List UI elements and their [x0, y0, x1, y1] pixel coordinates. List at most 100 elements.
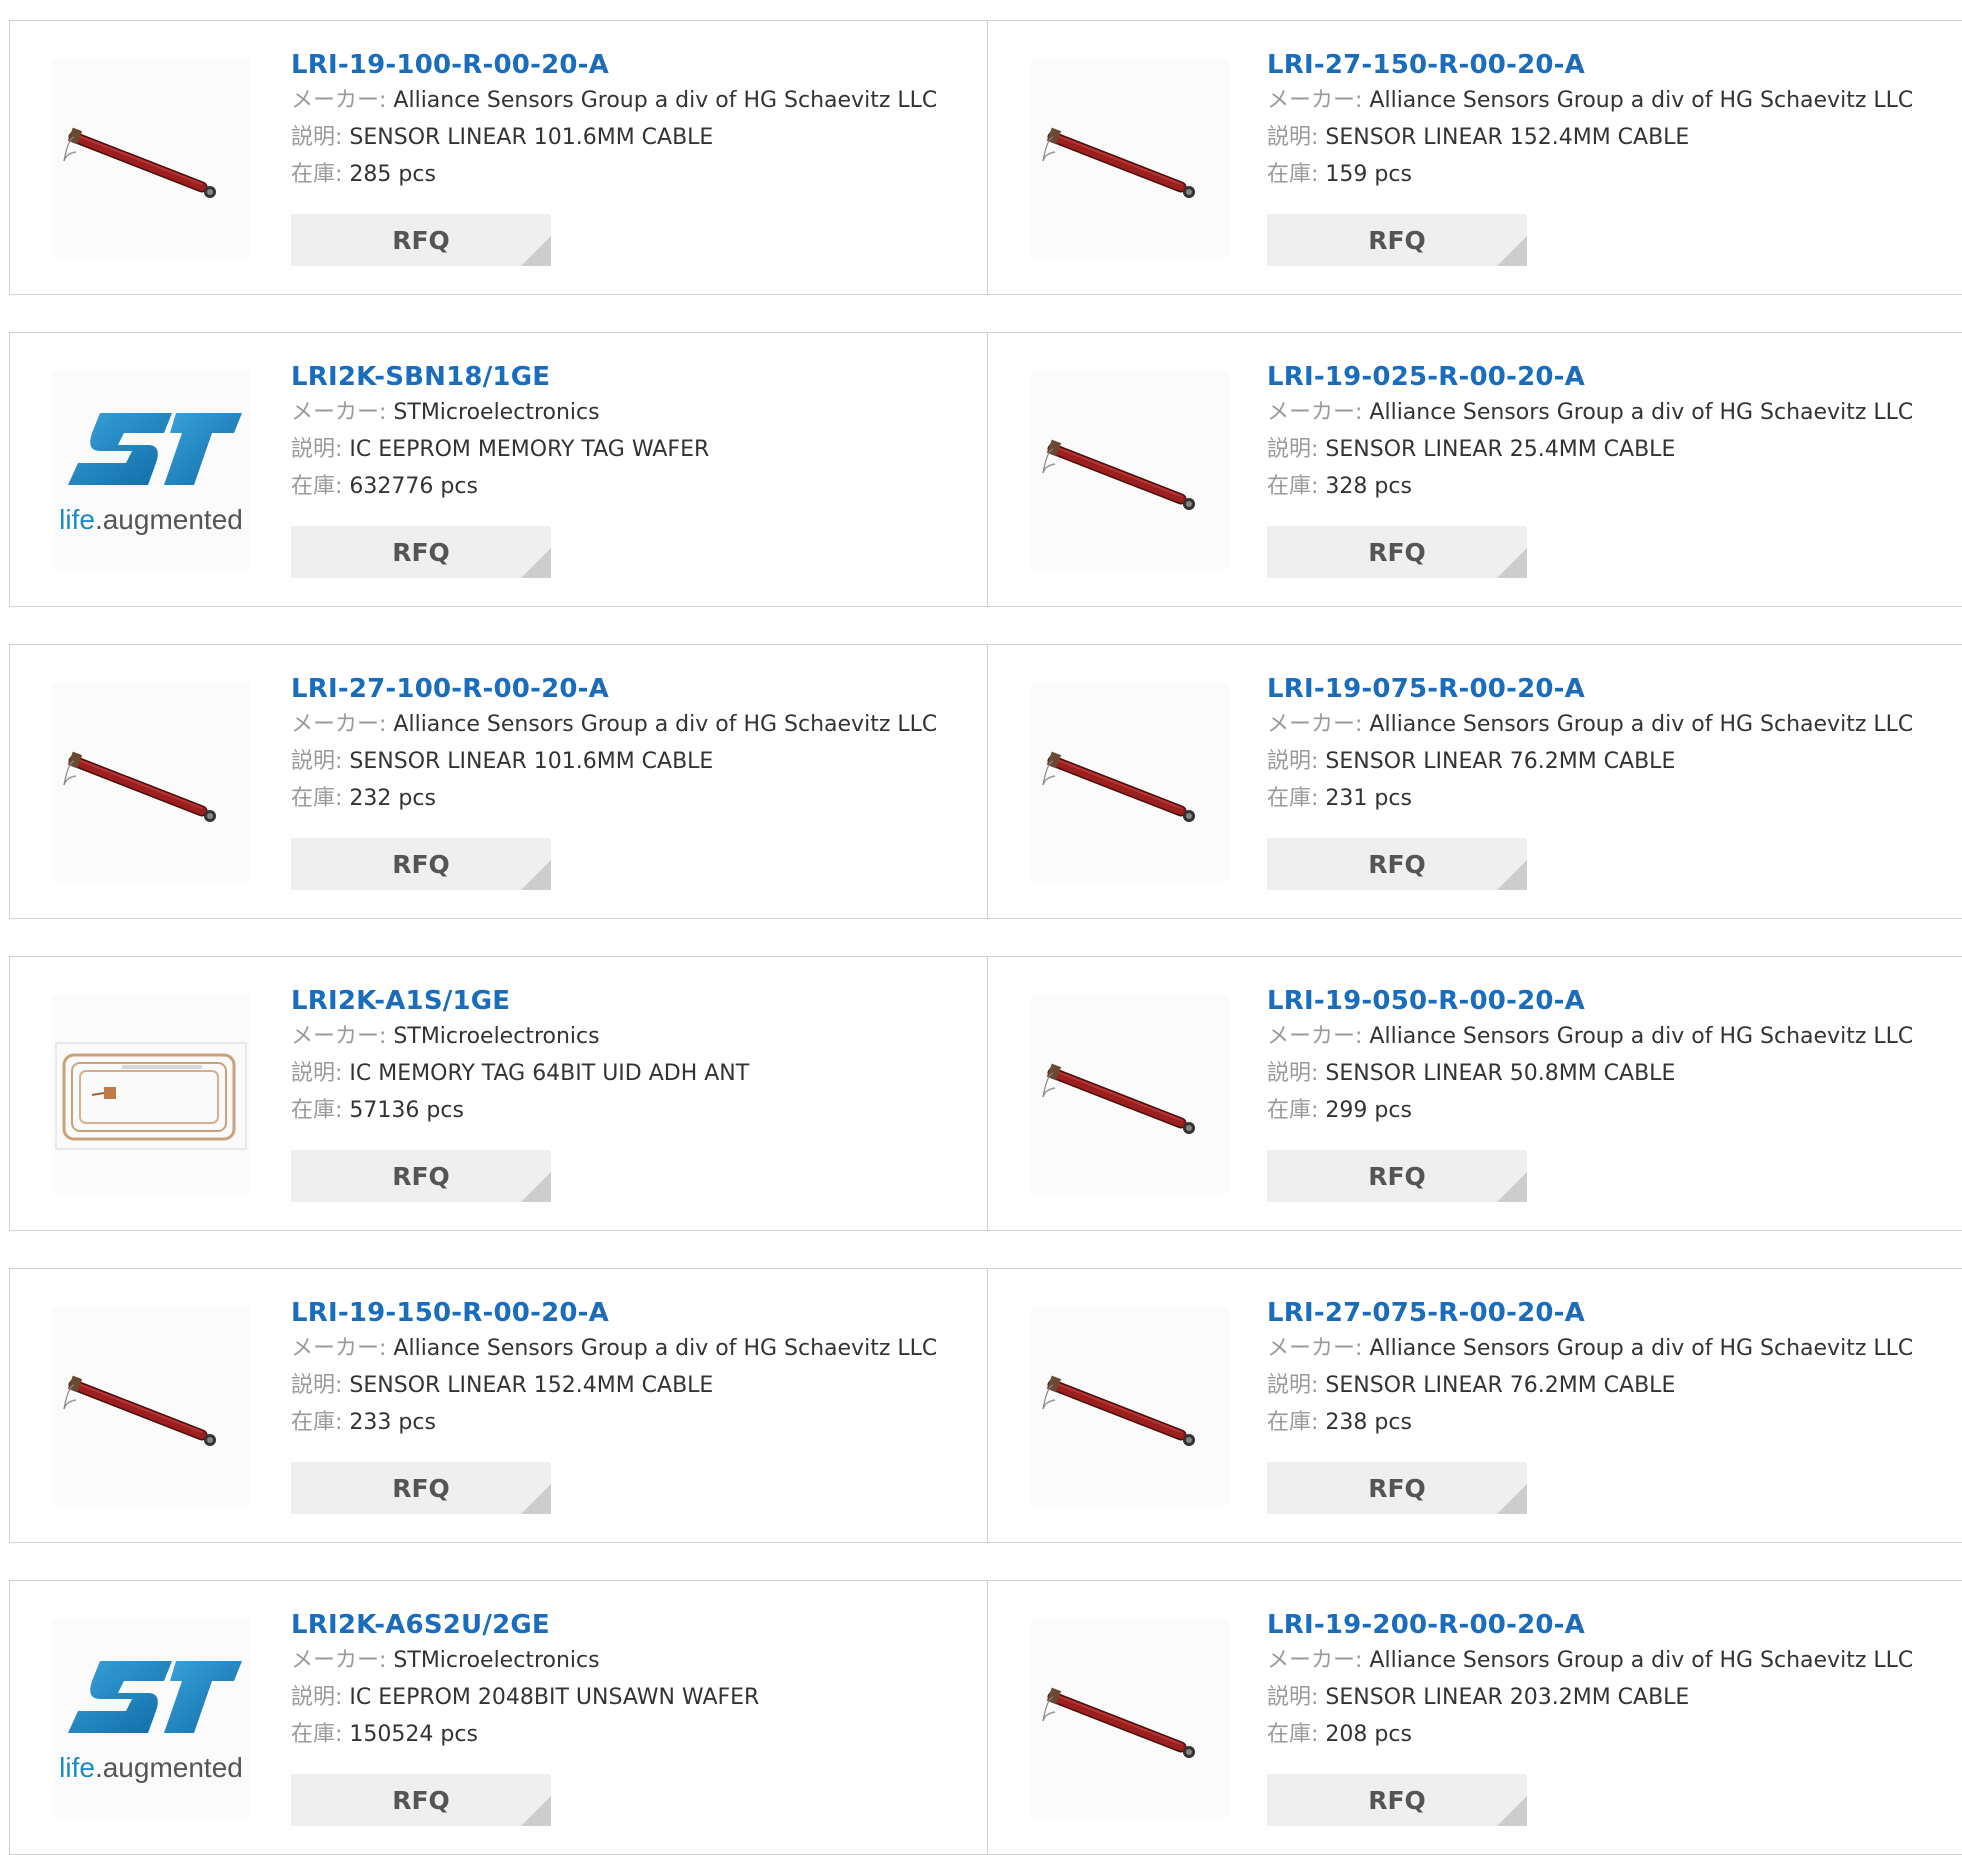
manufacturer-value: Alliance Sensors Group a div of HG Schae… [1369, 1336, 1914, 1361]
manufacturer-label: メーカー: [1267, 712, 1363, 737]
product-thumbnail[interactable] [1031, 1307, 1229, 1505]
product-card: LRI2K-A1S/1GE メーカー: STMicroelectronics 説… [10, 957, 988, 1230]
product-thumbnail[interactable] [52, 995, 250, 1193]
part-number-link[interactable]: LRI-27-150-R-00-20-A [1267, 48, 1913, 82]
product-thumbnail[interactable] [52, 59, 250, 257]
manufacturer-value: Alliance Sensors Group a div of HG Schae… [1369, 400, 1914, 425]
stock-line: 在庫: 232 pcs [291, 780, 937, 817]
part-number-link[interactable]: LRI-19-025-R-00-20-A [1267, 360, 1913, 394]
stock-value: 328 pcs [1325, 474, 1412, 499]
manufacturer-label: メーカー: [291, 1648, 387, 1673]
rfq-button[interactable]: RFQ [291, 1462, 551, 1514]
manufacturer-line: メーカー: STMicroelectronics [291, 394, 709, 431]
description-label: 説明: [1267, 1061, 1319, 1086]
stock-value: 150524 pcs [349, 1722, 478, 1747]
stock-label: 在庫: [291, 786, 343, 811]
manufacturer-label: メーカー: [1267, 1024, 1363, 1049]
stock-line: 在庫: 632776 pcs [291, 468, 709, 505]
stock-line: 在庫: 57136 pcs [291, 1092, 749, 1129]
manufacturer-value: Alliance Sensors Group a div of HG Schae… [1369, 1024, 1914, 1049]
linear-sensor-image [63, 1375, 216, 1446]
description-value: IC MEMORY TAG 64BIT UID ADH ANT [349, 1061, 750, 1086]
corner-triangle-icon [521, 1172, 551, 1202]
linear-sensor-image [1042, 1063, 1195, 1134]
product-row: LRI-27-100-R-00-20-A メーカー: Alliance Sens… [9, 644, 1962, 919]
description-label: 説明: [291, 1373, 343, 1398]
description-value: SENSOR LINEAR 76.2MM CABLE [1325, 1373, 1676, 1398]
description-value: SENSOR LINEAR 25.4MM CABLE [1325, 437, 1676, 462]
product-thumbnail[interactable]: life.augmented [52, 371, 250, 569]
rfq-label: RFQ [1368, 1161, 1426, 1191]
description-label: 説明: [1267, 437, 1319, 462]
part-number-link[interactable]: LRI-19-200-R-00-20-A [1267, 1608, 1913, 1642]
rfq-button[interactable]: RFQ [291, 1774, 551, 1826]
stock-value: 238 pcs [1325, 1410, 1412, 1435]
manufacturer-line: メーカー: Alliance Sensors Group a div of HG… [291, 1330, 937, 1367]
manufacturer-label: メーカー: [291, 88, 387, 113]
corner-triangle-icon [521, 1796, 551, 1826]
rfq-label: RFQ [1368, 225, 1426, 255]
product-thumbnail[interactable]: life.augmented [52, 1619, 250, 1817]
product-thumbnail[interactable] [52, 1307, 250, 1505]
stock-value: 232 pcs [349, 786, 436, 811]
stock-line: 在庫: 328 pcs [1267, 468, 1913, 505]
stock-value: 632776 pcs [349, 474, 478, 499]
description-value: SENSOR LINEAR 152.4MM CABLE [1325, 125, 1690, 150]
product-grid: LRI-19-100-R-00-20-A メーカー: Alliance Sens… [0, 0, 1962, 1855]
rfq-label: RFQ [1368, 1473, 1426, 1503]
stock-label: 在庫: [291, 1722, 343, 1747]
part-number-link[interactable]: LRI-19-075-R-00-20-A [1267, 672, 1913, 706]
rfq-button[interactable]: RFQ [1267, 1774, 1527, 1826]
rfq-button[interactable]: RFQ [1267, 1462, 1527, 1514]
manufacturer-label: メーカー: [1267, 88, 1363, 113]
product-thumbnail[interactable] [1031, 683, 1229, 881]
product-thumbnail[interactable] [1031, 1619, 1229, 1817]
product-info: LRI2K-A1S/1GE メーカー: STMicroelectronics 説… [291, 984, 749, 1129]
part-number-link[interactable]: LRI2K-SBN18/1GE [291, 360, 709, 394]
product-row: life.augmented LRI2K-A6S2U/2GE メーカー: STM… [9, 1580, 1962, 1855]
manufacturer-label: メーカー: [291, 1336, 387, 1361]
st-logo-image: life.augmented [59, 413, 243, 535]
description-line: 説明: SENSOR LINEAR 152.4MM CABLE [291, 1367, 937, 1404]
part-number-link[interactable]: LRI-27-075-R-00-20-A [1267, 1296, 1913, 1330]
stock-value: 231 pcs [1325, 786, 1412, 811]
rfq-button[interactable]: RFQ [291, 526, 551, 578]
product-card: LRI-19-025-R-00-20-A メーカー: Alliance Sens… [988, 333, 1962, 606]
part-number-link[interactable]: LRI-19-050-R-00-20-A [1267, 984, 1913, 1018]
stock-line: 在庫: 150524 pcs [291, 1716, 759, 1753]
rfq-label: RFQ [392, 225, 450, 255]
stock-line: 在庫: 299 pcs [1267, 1092, 1913, 1129]
description-label: 説明: [291, 1061, 343, 1086]
product-thumbnail[interactable] [1031, 59, 1229, 257]
product-card: LRI-27-150-R-00-20-A メーカー: Alliance Sens… [988, 21, 1962, 294]
rfq-button[interactable]: RFQ [291, 838, 551, 890]
manufacturer-value: Alliance Sensors Group a div of HG Schae… [393, 712, 938, 737]
rfq-button[interactable]: RFQ [1267, 838, 1527, 890]
product-thumbnail[interactable] [52, 683, 250, 881]
manufacturer-label: メーカー: [1267, 1336, 1363, 1361]
manufacturer-line: メーカー: Alliance Sensors Group a div of HG… [1267, 394, 1913, 431]
linear-sensor-image [1042, 1375, 1195, 1446]
product-thumbnail[interactable] [1031, 995, 1229, 1193]
rfq-label: RFQ [392, 1161, 450, 1191]
description-value: SENSOR LINEAR 76.2MM CABLE [1325, 749, 1676, 774]
stock-label: 在庫: [1267, 786, 1319, 811]
product-thumbnail[interactable] [1031, 371, 1229, 569]
description-line: 説明: SENSOR LINEAR 101.6MM CABLE [291, 119, 937, 156]
part-number-link[interactable]: LRI-19-150-R-00-20-A [291, 1296, 937, 1330]
product-card: life.augmented LRI2K-A6S2U/2GE メーカー: STM… [10, 1581, 988, 1854]
manufacturer-value: Alliance Sensors Group a div of HG Schae… [1369, 712, 1914, 737]
product-card: LRI-19-100-R-00-20-A メーカー: Alliance Sens… [10, 21, 988, 294]
part-number-link[interactable]: LRI2K-A1S/1GE [291, 984, 749, 1018]
part-number-link[interactable]: LRI-27-100-R-00-20-A [291, 672, 937, 706]
rfq-button[interactable]: RFQ [1267, 1150, 1527, 1202]
stock-value: 299 pcs [1325, 1098, 1412, 1123]
manufacturer-line: メーカー: Alliance Sensors Group a div of HG… [1267, 706, 1913, 743]
stock-line: 在庫: 238 pcs [1267, 1404, 1913, 1441]
part-number-link[interactable]: LRI-19-100-R-00-20-A [291, 48, 937, 82]
rfq-button[interactable]: RFQ [1267, 214, 1527, 266]
rfq-button[interactable]: RFQ [1267, 526, 1527, 578]
rfq-button[interactable]: RFQ [291, 1150, 551, 1202]
rfq-button[interactable]: RFQ [291, 214, 551, 266]
part-number-link[interactable]: LRI2K-A6S2U/2GE [291, 1608, 759, 1642]
